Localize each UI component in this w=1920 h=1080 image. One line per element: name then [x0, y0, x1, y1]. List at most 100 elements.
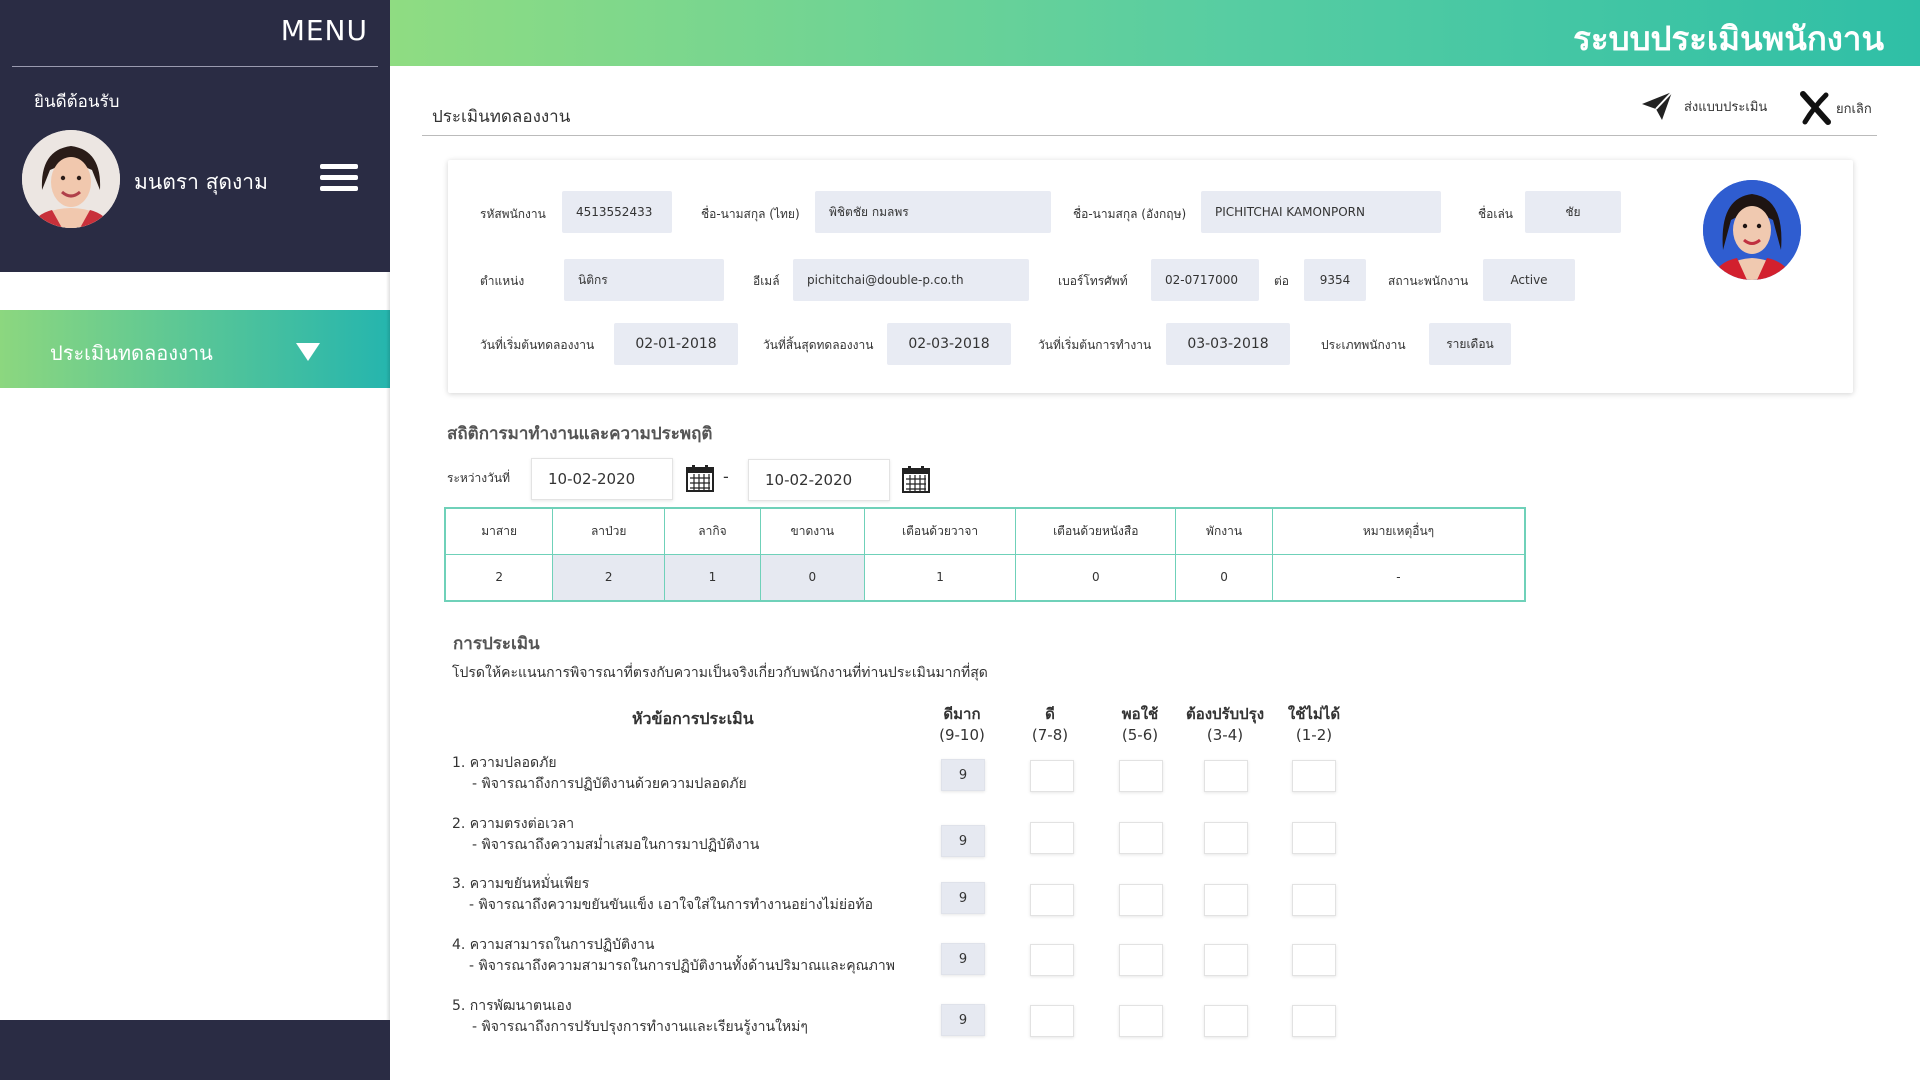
rating-header-good: ดี (7-8) [1010, 704, 1090, 746]
eval-item-desc: - พิจารณาถึงความสม่ำเสมอในการมาปฏิบัติงา… [472, 837, 760, 853]
score-box-fair[interactable] [1119, 1005, 1163, 1037]
score-box-excellent[interactable]: 9 [941, 825, 985, 857]
nickname-label: ชื่อเล่น [1478, 207, 1514, 221]
score-box-excellent[interactable]: 9 [941, 943, 985, 975]
rating-header-name: พอใช้ [1121, 705, 1159, 723]
score-box-needs-improvement[interactable] [1204, 822, 1248, 854]
sidebar-item-probation-evaluation[interactable]: ประเมินทดลองงาน [0, 310, 390, 388]
name-th-label: ชื่อ-นามสกุล (ไทย) [701, 207, 800, 221]
hamburger-menu-icon[interactable] [320, 164, 358, 194]
score-box-needs-improvement[interactable] [1204, 760, 1248, 792]
rating-header-range: (3-4) [1206, 726, 1244, 744]
score-box-fair[interactable] [1119, 884, 1163, 916]
cancel-button[interactable]: ยกเลิก [1800, 88, 1872, 128]
page-title: ประเมินทดลองงาน [432, 107, 571, 127]
table-header-cell: หมายเหตุอื่นๆ [1271, 507, 1526, 555]
status-field[interactable]: Active [1483, 259, 1575, 301]
score-box-good[interactable] [1030, 1005, 1074, 1037]
evaluation-section-title: การประเมิน [453, 634, 540, 654]
score-box-fair[interactable] [1119, 944, 1163, 976]
sidebar-footer [0, 1020, 390, 1080]
score-box-good[interactable] [1030, 884, 1074, 916]
rating-header-fair: พอใช้ (5-6) [1100, 704, 1180, 746]
date-to-input[interactable]: 10-02-2020 [748, 459, 890, 501]
rating-header-name: ดี [1045, 705, 1055, 723]
score-box-good[interactable] [1030, 944, 1074, 976]
rating-header-name: ต้องปรับปรุง [1185, 705, 1265, 723]
score-box-excellent[interactable]: 9 [941, 759, 985, 791]
score-box-unacceptable[interactable] [1292, 944, 1336, 976]
stats-section-title: สถิติการมาทำงานและความประพฤติ [447, 424, 713, 444]
score-box-needs-improvement[interactable] [1204, 944, 1248, 976]
calendar-icon[interactable] [902, 465, 930, 493]
employee-info-card: รหัสพนักงาน 4513552433 ชื่อ-นามสกุล (ไทย… [448, 160, 1853, 393]
triangle-down-icon [296, 343, 320, 361]
emp-type-field[interactable]: รายเดือน [1429, 323, 1511, 365]
sidebar-spacer [0, 272, 390, 310]
position-field[interactable]: นิติกร [564, 259, 724, 301]
attendance-stats-table: มาสาย ลาป่วย ลากิจ ขาดงาน เตือนด้วยวาจา … [444, 507, 1526, 602]
ext-field[interactable]: 9354 [1304, 259, 1366, 301]
send-evaluation-button[interactable]: ส่งแบบประเมิน [1640, 86, 1767, 126]
evaluation-description: โปรดให้คะแนนการพิจารณาที่ตรงกับความเป็นจ… [452, 665, 988, 681]
eval-item-title: 3. ความขยันหมั่นเพียร [452, 876, 590, 892]
email-field[interactable]: pichitchai@double-p.co.th [793, 259, 1029, 301]
score-box-unacceptable[interactable] [1292, 822, 1336, 854]
probation-start-label: วันที่เริ่มต้นทดลองงาน [480, 338, 595, 352]
probation-end-label: วันที่สิ้นสุดทดลองงาน [763, 338, 874, 352]
sidebar-profile-panel: MENU ยินดีต้อนรับ มนตรา สุดงาม [0, 0, 390, 272]
score-box-needs-improvement[interactable] [1204, 1005, 1248, 1037]
name-en-field[interactable]: PICHITCHAI KAMONPORN [1201, 191, 1441, 233]
score-box-excellent[interactable]: 9 [941, 882, 985, 914]
score-box-unacceptable[interactable] [1292, 760, 1336, 792]
ext-label: ต่อ [1274, 274, 1289, 288]
rating-header-name: ใช้ไม่ได้ [1287, 705, 1341, 723]
table-cell: 1 [863, 553, 1017, 602]
calendar-icon[interactable] [686, 464, 714, 492]
work-start-label: วันที่เริ่มต้นการทำงาน [1038, 338, 1152, 352]
rating-header-unacceptable: ใช้ไม่ได้ (1-2) [1274, 704, 1354, 746]
table-header-row: มาสาย ลาป่วย ลากิจ ขาดงาน เตือนด้วยวาจา … [444, 507, 1526, 555]
probation-end-field[interactable]: 02-03-2018 [887, 323, 1011, 365]
sidebar-divider [12, 66, 378, 67]
eval-item-title: 1. ความปลอดภัย [452, 755, 557, 771]
date-from-input[interactable]: 10-02-2020 [531, 458, 673, 500]
eval-item-desc: - พิจารณาถึงความสามารถในการปฏิบัติงานทั้… [469, 958, 895, 974]
score-box-good[interactable] [1030, 822, 1074, 854]
sidebar: MENU ยินดีต้อนรับ มนตรา สุดงาม ประเมินทด… [0, 0, 390, 1080]
score-box-fair[interactable] [1119, 822, 1163, 854]
nickname-field[interactable]: ชัย [1525, 191, 1621, 233]
table-cell: 2 [444, 553, 554, 602]
phone-label: เบอร์โทรศัพท์ [1058, 274, 1128, 288]
status-label: สถานะพนักงาน [1388, 274, 1469, 288]
phone-field[interactable]: 02-0717000 [1151, 259, 1259, 301]
score-box-good[interactable] [1030, 760, 1074, 792]
score-box-unacceptable[interactable] [1292, 884, 1336, 916]
score-box-fair[interactable] [1119, 760, 1163, 792]
rating-header-range: (5-6) [1121, 726, 1159, 744]
name-th-field[interactable]: พิชิตชัย กมลพร [815, 191, 1051, 233]
work-start-field[interactable]: 03-03-2018 [1166, 323, 1290, 365]
score-box-excellent[interactable]: 9 [941, 1004, 985, 1036]
eval-item-title: 4. ความสามารถในการปฏิบัติงาน [452, 937, 655, 953]
user-name: มนตรา สุดงาม [134, 170, 268, 194]
email-label: อีเมล์ [753, 274, 780, 288]
eval-item-title: 5. การพัฒนาตนเอง [452, 998, 572, 1014]
emp-id-label: รหัสพนักงาน [480, 207, 546, 221]
table-header-cell: ขาดงาน [759, 507, 865, 555]
probation-start-field[interactable]: 02-01-2018 [614, 323, 738, 365]
app-title: ระบบประเมินพนักงาน [1573, 19, 1884, 58]
page-divider [422, 135, 1877, 136]
eval-item-title: 2. ความตรงต่อเวลา [452, 816, 575, 832]
table-cell: 0 [1015, 553, 1177, 602]
table-header-cell: มาสาย [444, 507, 554, 555]
table-cell: 0 [759, 553, 865, 602]
score-box-needs-improvement[interactable] [1204, 884, 1248, 916]
table-cell: 0 [1175, 553, 1273, 602]
rating-header-range: (9-10) [939, 726, 985, 744]
emp-id-field[interactable]: 4513552433 [562, 191, 672, 233]
eval-item-desc: - พิจารณาถึงการปรับปรุงการทำงานและเรียนร… [472, 1019, 808, 1035]
table-header-cell: เตือนด้วยหนังสือ [1015, 507, 1177, 555]
employee-photo [1703, 180, 1801, 280]
score-box-unacceptable[interactable] [1292, 1005, 1336, 1037]
